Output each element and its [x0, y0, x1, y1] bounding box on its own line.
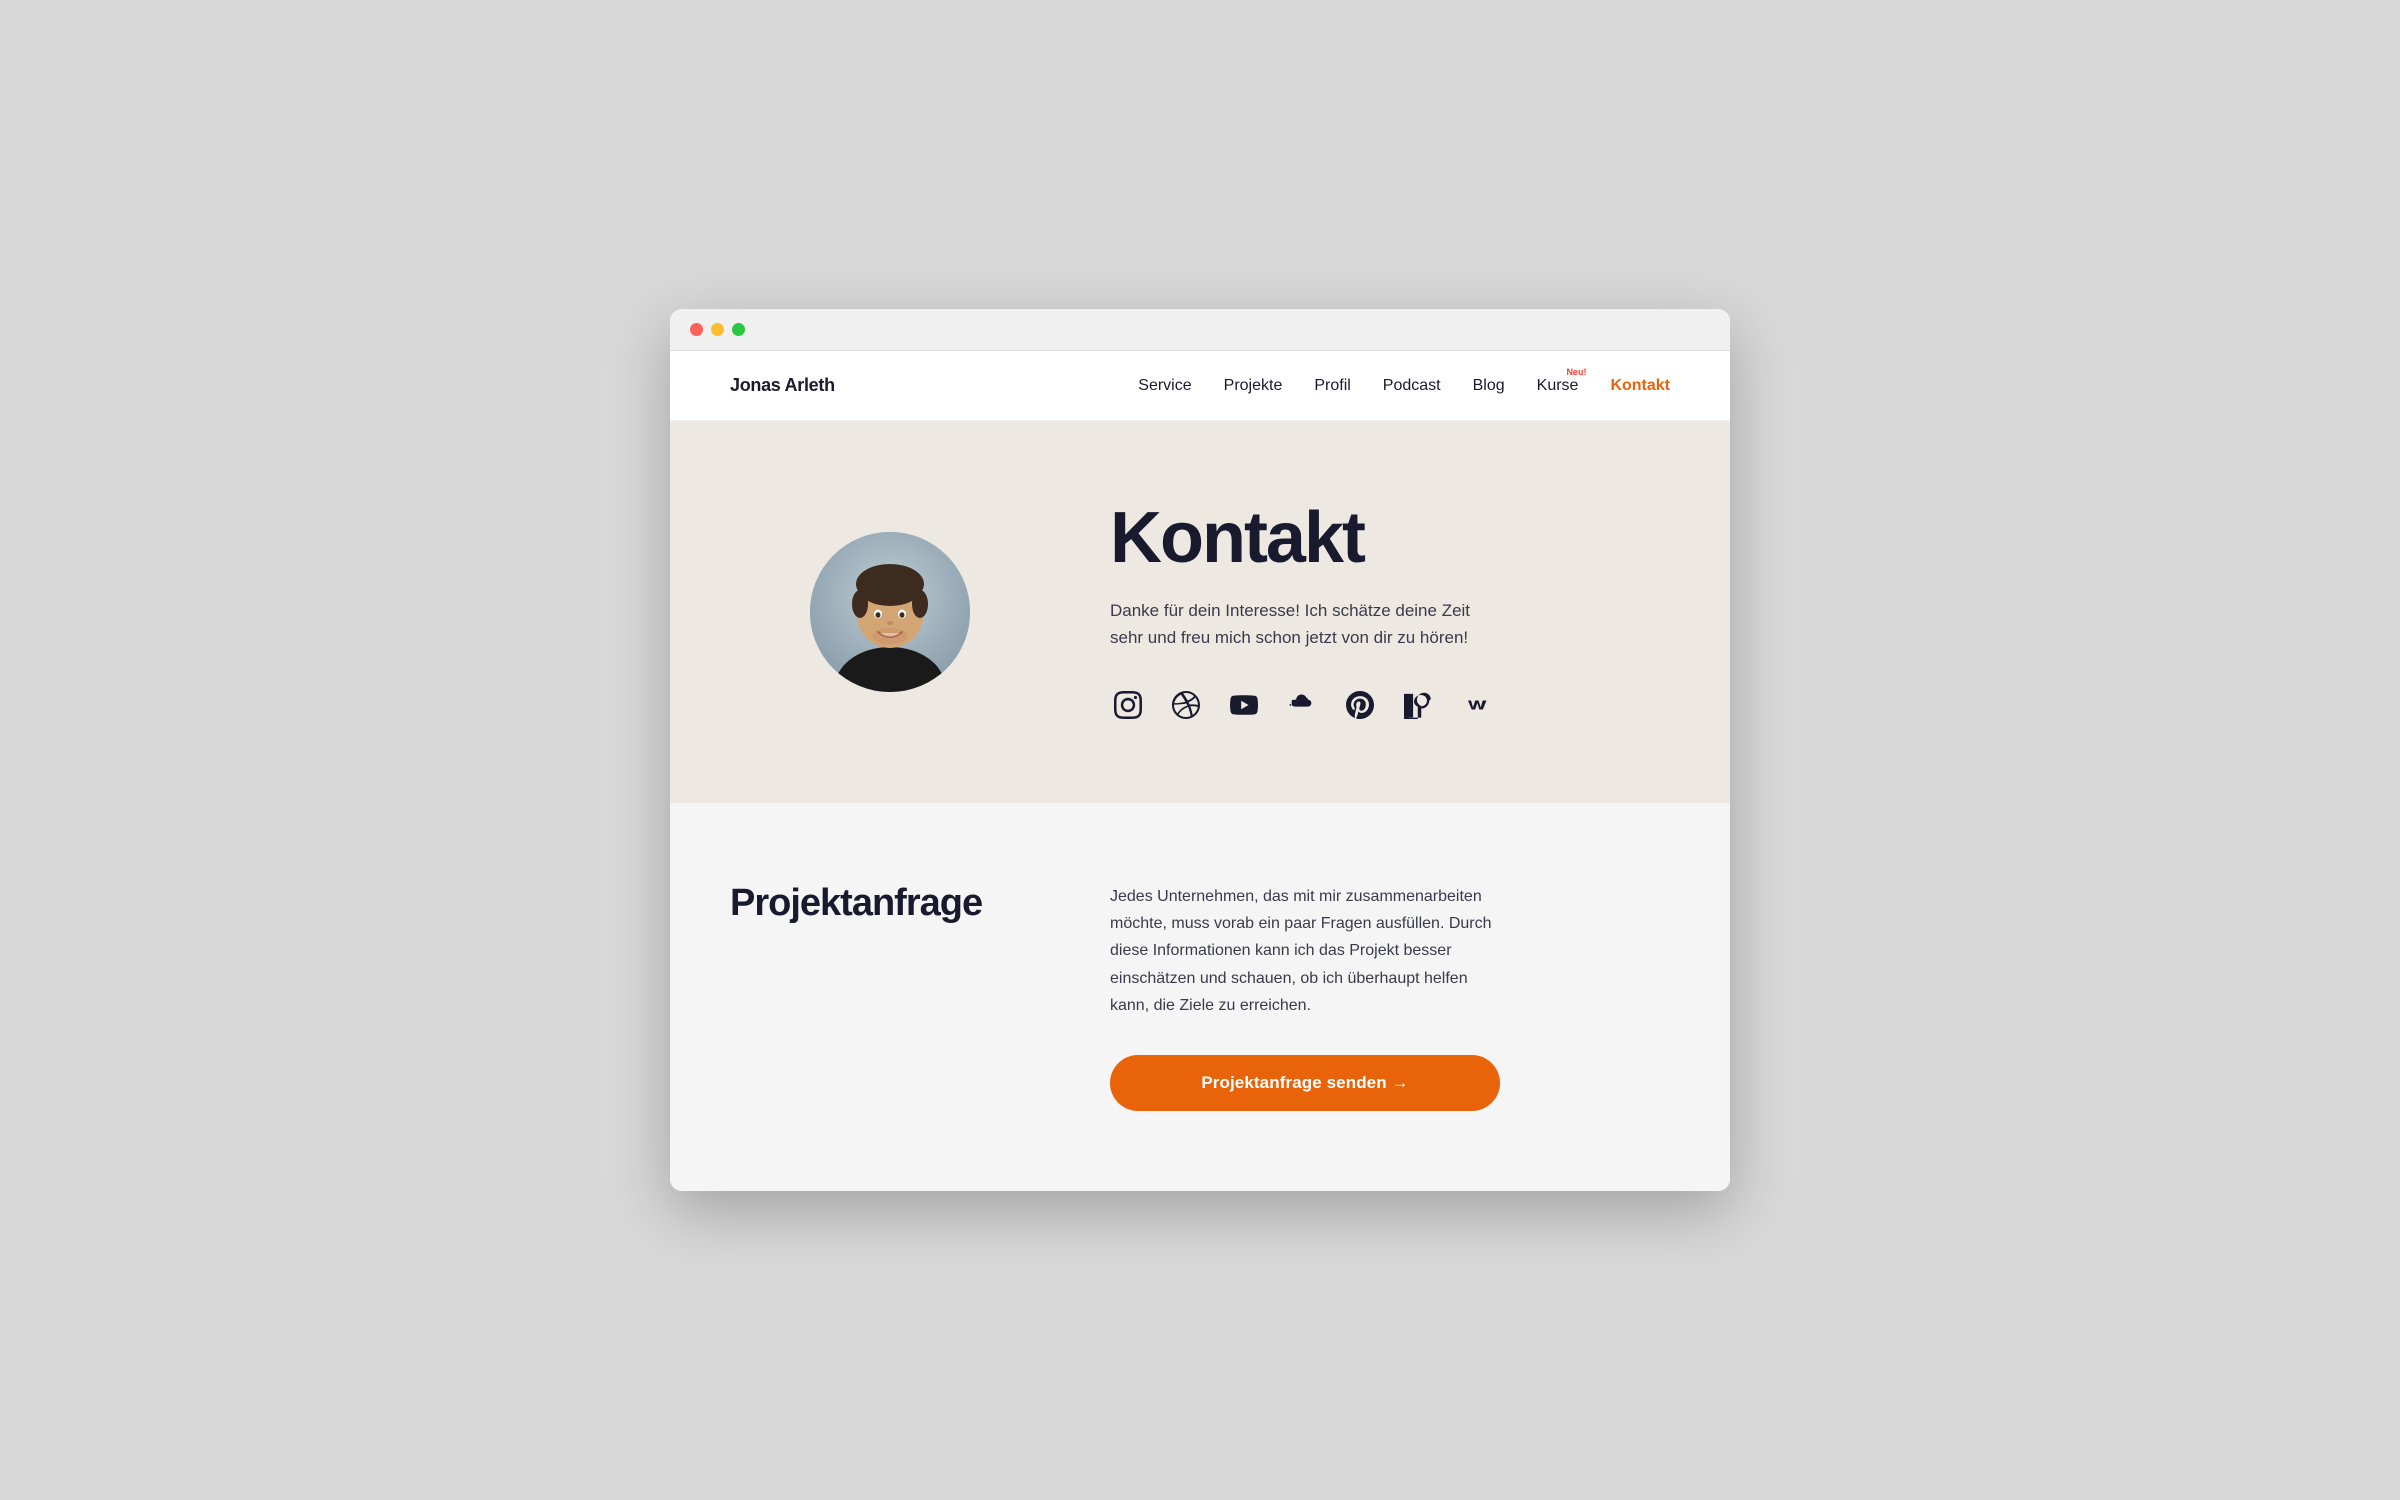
- social-icons: [1110, 687, 1670, 723]
- projektanfrage-button[interactable]: Projektanfrage senden →: [1110, 1055, 1500, 1111]
- nav-link-kurse[interactable]: Kurse: [1537, 377, 1579, 394]
- soundcloud-icon[interactable]: [1284, 687, 1320, 723]
- hero-right: Kontakt Danke für dein Interesse! Ich sc…: [1050, 501, 1670, 723]
- nav-item-projekte[interactable]: Projekte: [1224, 377, 1283, 395]
- nav-item-kontakt[interactable]: Kontakt: [1610, 377, 1670, 395]
- avatar: [810, 532, 970, 692]
- nav-item-profil[interactable]: Profil: [1314, 377, 1350, 395]
- nav-logo[interactable]: Jonas Arleth: [730, 375, 835, 396]
- neu-badge: Neu!: [1566, 367, 1586, 377]
- project-left: Projektanfrage: [730, 883, 1050, 925]
- project-section: Projektanfrage Jedes Unternehmen, das mi…: [670, 803, 1730, 1191]
- webflow-icon[interactable]: [1458, 687, 1494, 723]
- nav-link-kontakt[interactable]: Kontakt: [1610, 377, 1670, 394]
- project-right: Jedes Unternehmen, das mit mir zusammena…: [1050, 883, 1670, 1111]
- close-button[interactable]: [690, 323, 703, 336]
- instagram-icon[interactable]: [1110, 687, 1146, 723]
- nav-item-podcast[interactable]: Podcast: [1383, 377, 1441, 395]
- pinterest-icon[interactable]: [1342, 687, 1378, 723]
- project-description: Jedes Unternehmen, das mit mir zusammena…: [1110, 883, 1510, 1019]
- browser-chrome: [670, 309, 1730, 351]
- patreon-icon[interactable]: [1400, 687, 1436, 723]
- nav-links: Service Projekte Profil Podcast Blog Kur…: [1138, 377, 1670, 395]
- nav-item-kurse[interactable]: Kurse Neu!: [1537, 377, 1579, 395]
- hero-left: [730, 532, 1050, 692]
- nav-item-service[interactable]: Service: [1138, 377, 1191, 395]
- nav-link-projekte[interactable]: Projekte: [1224, 377, 1283, 394]
- browser-window: Jonas Arleth Service Projekte Profil Pod…: [670, 309, 1730, 1191]
- nav-link-blog[interactable]: Blog: [1473, 377, 1505, 394]
- project-title: Projektanfrage: [730, 883, 1050, 925]
- nav-link-service[interactable]: Service: [1138, 377, 1191, 394]
- hero-title: Kontakt: [1110, 501, 1670, 577]
- nav-item-blog[interactable]: Blog: [1473, 377, 1505, 395]
- minimize-button[interactable]: [711, 323, 724, 336]
- nav-link-profil[interactable]: Profil: [1314, 377, 1350, 394]
- maximize-button[interactable]: [732, 323, 745, 336]
- navigation: Jonas Arleth Service Projekte Profil Pod…: [670, 351, 1730, 421]
- hero-subtitle: Danke für dein Interesse! Ich schätze de…: [1110, 597, 1500, 651]
- dribbble-icon[interactable]: [1168, 687, 1204, 723]
- hero-section: Kontakt Danke für dein Interesse! Ich sc…: [670, 421, 1730, 803]
- nav-link-podcast[interactable]: Podcast: [1383, 377, 1441, 394]
- youtube-icon[interactable]: [1226, 687, 1262, 723]
